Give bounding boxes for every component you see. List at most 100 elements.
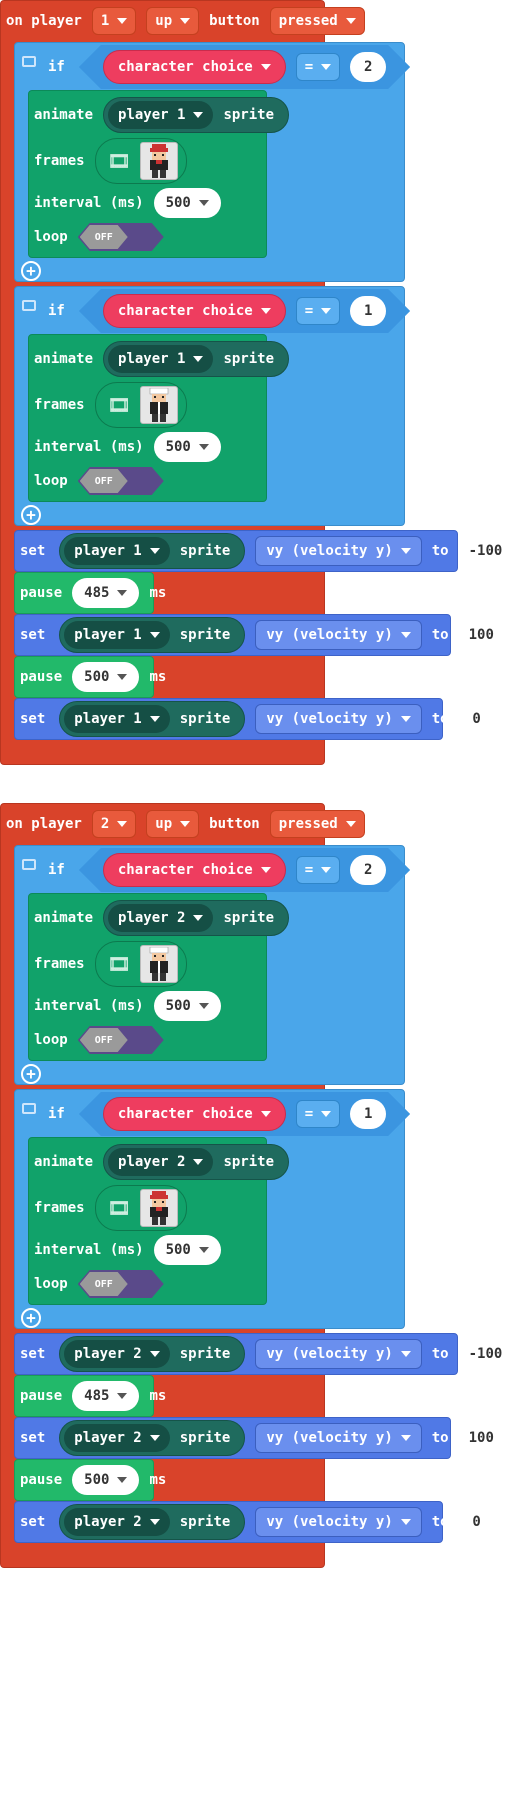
sprite-variable-pill: player 2 sprite xyxy=(103,900,290,936)
to-label: to xyxy=(431,1346,449,1362)
compare-value-input[interactable]: 2 xyxy=(350,52,386,82)
operator-dropdown[interactable]: = xyxy=(296,297,340,325)
add-else-icon[interactable]: + xyxy=(21,505,41,525)
value-input[interactable]: 100 xyxy=(458,620,504,650)
value-input[interactable]: 0 xyxy=(458,1507,495,1537)
red-hair-character-icon[interactable] xyxy=(140,142,179,180)
chevron-down-icon xyxy=(149,1519,160,1525)
loop-toggle[interactable]: OFF xyxy=(77,1026,164,1054)
property-name: vy (velocity y) xyxy=(266,1430,393,1446)
white-hat-character-icon[interactable] xyxy=(140,945,179,983)
condition-hexagon: character choice = 1 xyxy=(79,289,410,333)
pause-duration-dropdown[interactable]: 485 xyxy=(72,578,140,608)
sprite-variable-name: player 2 xyxy=(74,1430,142,1446)
compare-value-input[interactable]: 2 xyxy=(350,855,386,885)
to-label: to xyxy=(431,627,449,643)
variable-dropdown[interactable]: character choice xyxy=(103,294,286,328)
variable-dropdown[interactable]: character choice xyxy=(103,853,286,887)
sprite-label: sprite xyxy=(223,107,275,123)
frames-editor[interactable]: 🎞 xyxy=(94,1185,188,1231)
condition-hexagon: character choice = 2 xyxy=(79,45,410,89)
sprite-variable-name: player 2 xyxy=(118,910,186,926)
property-dropdown[interactable]: vy (velocity y) xyxy=(255,536,422,566)
sprite-variable-name: player 1 xyxy=(74,543,142,559)
loop-row: loop OFF xyxy=(34,1261,164,1307)
value-input[interactable]: 100 xyxy=(458,1423,504,1453)
pause-duration-value: 500 xyxy=(84,669,110,685)
pause-duration-dropdown[interactable]: 500 xyxy=(72,1465,140,1495)
player-dropdown[interactable]: 2 xyxy=(91,810,137,838)
chevron-down-icon xyxy=(261,308,271,314)
if-header: if character choice = 2 then xyxy=(48,44,466,90)
state-dropdown[interactable]: pressed xyxy=(269,810,365,838)
sprite-variable-dropdown[interactable]: player 2 xyxy=(108,1148,214,1176)
chevron-down-icon xyxy=(321,64,331,70)
state-dropdown[interactable]: pressed xyxy=(269,7,365,35)
loop-toggle[interactable]: OFF xyxy=(77,1270,164,1298)
value-input[interactable]: 0 xyxy=(458,704,495,734)
comment-icon[interactable] xyxy=(22,300,36,311)
frames-editor[interactable]: 🎞 xyxy=(94,941,188,987)
operator-dropdown[interactable]: = xyxy=(296,856,340,884)
operator-dropdown[interactable]: = xyxy=(296,1100,340,1128)
white-hat-character-icon[interactable] xyxy=(140,386,179,424)
pause-label: pause xyxy=(20,1388,63,1404)
comment-icon[interactable] xyxy=(22,859,36,870)
property-dropdown[interactable]: vy (velocity y) xyxy=(255,620,422,650)
sprite-variable-dropdown[interactable]: player 1 xyxy=(64,705,170,733)
state-dropdown-value: pressed xyxy=(278,13,338,29)
sprite-variable-dropdown[interactable]: player 1 xyxy=(64,621,170,649)
loop-toggle[interactable]: OFF xyxy=(77,467,164,495)
value-input[interactable]: -100 xyxy=(458,1339,513,1369)
add-else-icon[interactable]: + xyxy=(21,261,41,281)
sprite-variable-dropdown[interactable]: player 1 xyxy=(64,537,170,565)
then-label: then xyxy=(422,1106,456,1122)
compare-value-input[interactable]: 1 xyxy=(350,1099,386,1129)
condition-hexagon: character choice = 1 xyxy=(79,1092,410,1136)
direction-dropdown[interactable]: up xyxy=(146,810,200,838)
pause-duration-dropdown[interactable]: 485 xyxy=(72,1381,140,1411)
property-dropdown[interactable]: vy (velocity y) xyxy=(255,1507,422,1537)
loop-toggle[interactable]: OFF xyxy=(77,223,164,251)
event-header: on player 1 up button pressed xyxy=(6,0,375,44)
film-icon[interactable]: 🎞 xyxy=(108,395,131,416)
sprite-variable-pill: player 1 sprite xyxy=(103,341,290,377)
add-else-icon[interactable]: + xyxy=(21,1308,41,1328)
direction-dropdown[interactable]: up xyxy=(146,7,200,35)
frames-row: frames 🎞 xyxy=(34,1185,188,1231)
film-icon[interactable]: 🎞 xyxy=(108,1198,131,1219)
compare-value-input[interactable]: 1 xyxy=(350,296,386,326)
animate-row: animate player 1 sprite xyxy=(34,92,299,138)
toggle-knob: OFF xyxy=(79,469,128,493)
film-icon[interactable]: 🎞 xyxy=(108,151,131,172)
add-else-icon[interactable]: + xyxy=(21,1064,41,1084)
frames-editor[interactable]: 🎞 xyxy=(94,138,188,184)
sprite-variable-dropdown[interactable]: player 2 xyxy=(108,904,214,932)
sprite-variable-dropdown[interactable]: player 1 xyxy=(108,101,214,129)
variable-dropdown[interactable]: character choice xyxy=(103,50,286,84)
frames-editor[interactable]: 🎞 xyxy=(94,382,188,428)
sprite-variable-name: player 2 xyxy=(74,1346,142,1362)
property-dropdown[interactable]: vy (velocity y) xyxy=(255,704,422,734)
film-icon[interactable]: 🎞 xyxy=(108,954,131,975)
set-row: set player 2 sprite vy (velocity y) to 100 xyxy=(20,1415,514,1461)
sprite-variable-dropdown[interactable]: player 1 xyxy=(108,345,214,373)
sprite-variable-dropdown[interactable]: player 2 xyxy=(64,1508,170,1536)
unit-label: ms xyxy=(149,585,167,601)
operator-dropdown[interactable]: = xyxy=(296,53,340,81)
sprite-variable-dropdown[interactable]: player 2 xyxy=(64,1424,170,1452)
sprite-variable-dropdown[interactable]: player 2 xyxy=(64,1340,170,1368)
value-input[interactable]: -100 xyxy=(458,536,513,566)
interval-value: 500 xyxy=(165,439,191,455)
chevron-down-icon xyxy=(193,356,204,362)
pause-duration-dropdown[interactable]: 500 xyxy=(72,662,140,692)
player-dropdown[interactable]: 1 xyxy=(91,7,137,35)
chevron-down-icon xyxy=(193,112,204,118)
comment-icon[interactable] xyxy=(22,1103,36,1114)
comment-icon[interactable] xyxy=(22,56,36,67)
property-dropdown[interactable]: vy (velocity y) xyxy=(255,1339,422,1369)
red-hair-character-icon[interactable] xyxy=(140,1189,179,1227)
variable-dropdown[interactable]: character choice xyxy=(103,1097,286,1131)
set-row: set player 1 sprite vy (velocity y) to 0 xyxy=(20,696,505,742)
property-dropdown[interactable]: vy (velocity y) xyxy=(255,1423,422,1453)
